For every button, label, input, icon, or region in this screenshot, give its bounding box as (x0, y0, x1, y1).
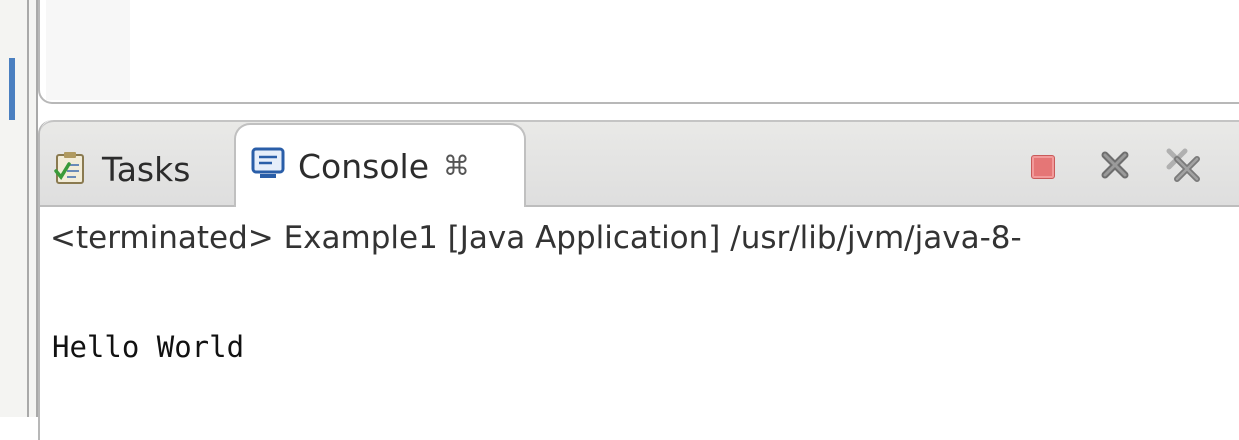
console-view: Tasks Console ⌘ <terminated> Example1 [J… (38, 120, 1239, 440)
tab-console[interactable]: Console ⌘ (234, 123, 526, 207)
console-process-header: <terminated> Example1 [Java Application]… (50, 220, 1022, 256)
gutter-divider (27, 0, 29, 417)
tasks-clipboard-icon (52, 149, 90, 191)
terminate-button[interactable] (1026, 150, 1060, 184)
selection-marker (9, 58, 15, 120)
tab-console-label: Console (298, 146, 430, 186)
terminate-square-icon (1031, 155, 1055, 179)
left-gutter (0, 0, 38, 417)
tab-tasks-label: Tasks (102, 150, 191, 189)
remove-all-x-icon (1165, 147, 1201, 187)
tab-strip-divider (40, 205, 1239, 207)
console-monitor-icon (250, 146, 286, 186)
editor-pane[interactable] (38, 0, 1239, 104)
console-output-line: Hello World (52, 330, 245, 364)
remove-all-terminated-button[interactable] (1165, 147, 1201, 187)
close-tab-icon[interactable]: ⌘ (443, 151, 470, 182)
editor-ruler (46, 0, 130, 100)
remove-launch-button[interactable] (1098, 150, 1132, 184)
console-output[interactable]: Hello World (52, 262, 244, 432)
tab-tasks[interactable]: Tasks (52, 134, 232, 205)
remove-x-icon (1099, 149, 1131, 185)
